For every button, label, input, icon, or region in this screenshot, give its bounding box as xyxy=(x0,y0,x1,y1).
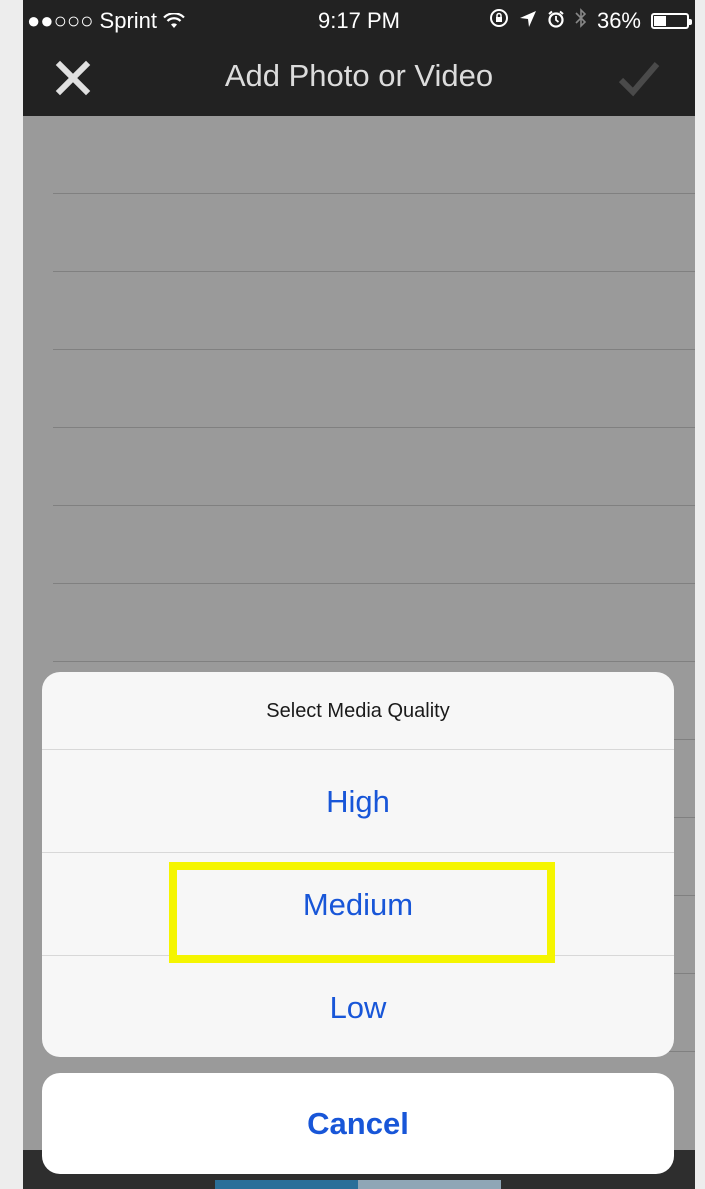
phone-screen: ●●○○○ Sprint 9:17 PM 36% Add Photo or Vi… xyxy=(23,0,695,1189)
action-sheet: Select Media Quality High Medium Low xyxy=(42,672,674,1057)
cancel-button[interactable]: Cancel xyxy=(42,1073,674,1174)
list-row xyxy=(53,506,695,584)
toolbar-segment xyxy=(358,1180,501,1189)
navigation-bar: Add Photo or Video xyxy=(23,40,695,116)
option-label: High xyxy=(326,784,390,819)
status-icons: 36% xyxy=(489,8,692,34)
option-label: Medium xyxy=(302,887,414,922)
done-button[interactable] xyxy=(617,56,661,100)
alarm-icon xyxy=(547,8,565,34)
toolbar-segment xyxy=(215,1180,358,1189)
cancel-label: Cancel xyxy=(307,1106,409,1141)
list-row xyxy=(53,584,695,662)
option-high-button[interactable]: High xyxy=(42,750,674,853)
battery-percent: 36% xyxy=(596,8,641,33)
checkmark-icon xyxy=(618,62,660,97)
page-title: Add Photo or Video xyxy=(224,58,494,93)
option-low-button[interactable]: Low xyxy=(42,956,674,1057)
list-row xyxy=(53,350,695,428)
list-row xyxy=(53,194,695,272)
list-row xyxy=(53,428,695,506)
option-label: Low xyxy=(329,990,387,1025)
list-row xyxy=(53,116,695,194)
list-row xyxy=(53,272,695,350)
action-sheet-title: Select Media Quality xyxy=(42,672,674,750)
battery-icon xyxy=(651,13,692,29)
option-medium-button[interactable]: Medium xyxy=(42,853,674,956)
location-icon xyxy=(519,8,537,34)
bluetooth-icon xyxy=(575,8,587,34)
status-bar: ●●○○○ Sprint 9:17 PM 36% xyxy=(23,0,695,40)
rotation-lock-icon xyxy=(489,8,509,34)
